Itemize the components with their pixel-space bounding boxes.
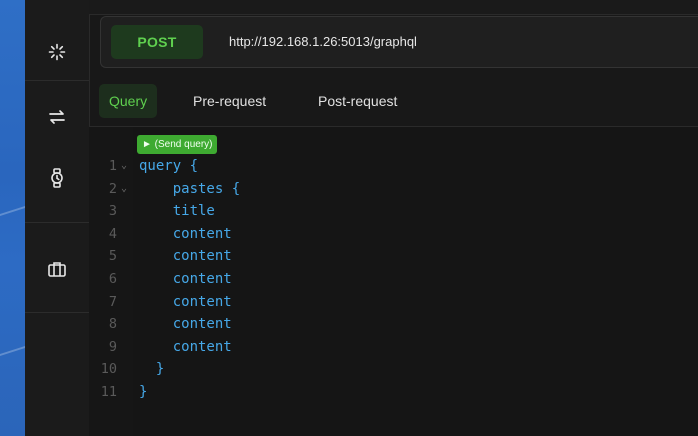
http-method-button[interactable]: POST: [111, 25, 203, 59]
query-editor[interactable]: ► (Send query) 1 ⌄ query { 2 ⌄ pastes { 3 tit…: [89, 127, 698, 436]
sidebar-item-swap[interactable]: [25, 97, 89, 137]
line-number: 9: [108, 338, 117, 355]
code-text: content: [139, 248, 232, 265]
tab-pre-request[interactable]: Pre-request: [183, 84, 276, 118]
code-text: title: [139, 203, 215, 220]
line-number: 6: [108, 271, 117, 287]
code-text: content: [139, 338, 232, 355]
briefcase-icon: [48, 262, 66, 277]
sidebar-divider: [25, 222, 89, 223]
code-text: content: [139, 316, 232, 333]
line-number: 1: [108, 158, 117, 174]
sidebar-item-sparkle[interactable]: [25, 32, 89, 72]
line-number: 2: [108, 180, 117, 197]
watch-icon: [51, 168, 63, 188]
tab-query[interactable]: Query: [99, 84, 158, 118]
line-number: 8: [108, 316, 117, 333]
wallpaper-glint: [0, 345, 25, 357]
code-text: }: [139, 361, 165, 378]
sidebar-divider: [25, 80, 89, 81]
activity-sidebar: [25, 0, 90, 436]
request-tabs: Query Pre-request Post-request: [89, 76, 698, 127]
code-text: pastes {: [139, 180, 241, 197]
code-text: content: [139, 225, 232, 242]
url-input[interactable]: http://192.168.1.26:5013/graphql: [229, 17, 417, 67]
send-query-button[interactable]: ► (Send query): [137, 135, 218, 154]
request-bar: POST http://192.168.1.26:5013/graphql: [100, 16, 698, 68]
code-text: content: [139, 271, 232, 287]
sparkle-icon: [48, 43, 66, 61]
desktop-background: [0, 0, 25, 436]
sidebar-item-briefcase[interactable]: [25, 249, 89, 289]
tab-post-request[interactable]: Post-request: [308, 84, 407, 118]
line-number: 3: [108, 203, 117, 220]
line-number: 4: [108, 225, 117, 242]
code-text: content: [139, 293, 232, 310]
code-text: }: [139, 384, 148, 400]
wallpaper-glint: [0, 205, 25, 217]
line-number: 7: [108, 293, 117, 310]
fold-chevron-icon[interactable]: ⌄: [121, 155, 127, 177]
line-number: 11: [100, 384, 117, 400]
sidebar-item-watch[interactable]: [25, 158, 89, 198]
sidebar-divider: [25, 312, 89, 313]
code-text: query {: [139, 158, 199, 174]
line-number: 5: [108, 248, 117, 265]
window-top-strip: [89, 0, 698, 15]
swap-icon: [49, 110, 65, 124]
fold-chevron-icon[interactable]: ⌄: [121, 178, 127, 200]
line-number: 10: [100, 361, 117, 378]
